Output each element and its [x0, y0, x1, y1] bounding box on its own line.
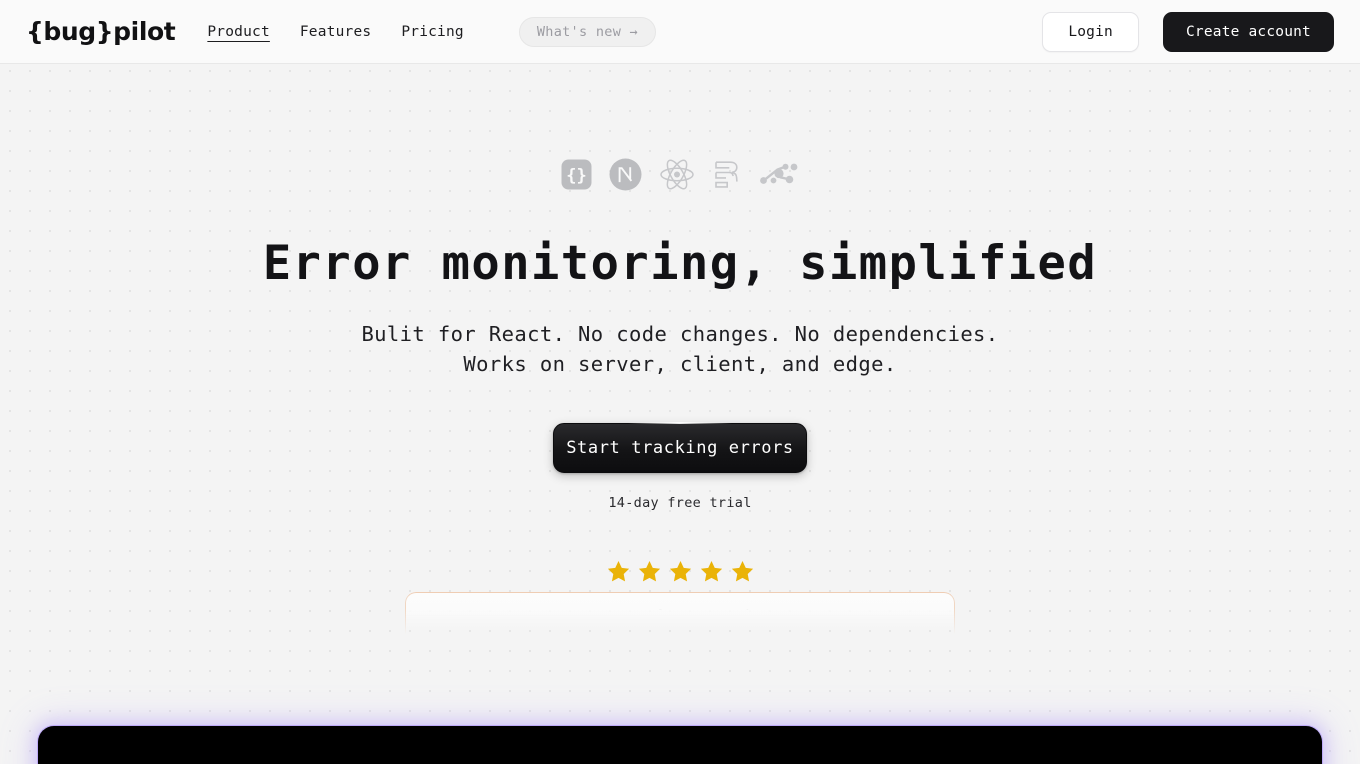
nav-link-product[interactable]: Product — [207, 24, 270, 40]
nav-link-features[interactable]: Features — [300, 24, 371, 40]
star-rating — [606, 559, 755, 584]
react-router-icon — [759, 160, 799, 192]
hero-subtitle-line-2: Works on server, client, and edge. — [463, 352, 897, 376]
javascript-braces-icon: {} — [561, 159, 592, 194]
star-icon — [731, 560, 753, 582]
cta-container: Start tracking errors — [553, 422, 807, 473]
brand-logo[interactable]: {bug}pilot — [26, 17, 176, 46]
create-account-button[interactable]: Create account — [1162, 11, 1334, 52]
star-icon — [700, 560, 722, 582]
svg-text:{}: {} — [566, 166, 586, 186]
nav-link-pricing[interactable]: Pricing — [401, 24, 464, 40]
header-actions: Login Create account — [1042, 11, 1334, 52]
product-screenshot-frame — [405, 592, 955, 732]
whats-new-pill[interactable]: What's new → — [518, 16, 656, 47]
star-icon — [669, 560, 691, 582]
hero-subtitle: Bulit for React. No code changes. No dep… — [361, 319, 998, 379]
primary-navigation: Product Features Pricing What's new → — [207, 16, 656, 47]
framework-logo-row: {} — [561, 156, 799, 196]
nextjs-icon — [609, 158, 642, 195]
dark-feature-panel — [38, 726, 1322, 764]
star-icon — [638, 560, 660, 582]
site-header: {bug}pilot Product Features Pricing What… — [0, 0, 1360, 64]
page-title: Error monitoring, simplified — [262, 236, 1098, 291]
star-icon — [607, 560, 629, 582]
start-tracking-errors-button[interactable]: Start tracking errors — [553, 423, 807, 473]
remix-icon — [712, 158, 742, 195]
hero-subtitle-line-1: Bulit for React. No code changes. No dep… — [361, 322, 999, 346]
free-trial-note: 14-day free trial — [608, 495, 752, 511]
login-button[interactable]: Login — [1042, 11, 1139, 52]
hero-section: {} Error monitoring, simplified Bulit fo… — [0, 64, 1360, 611]
react-icon — [659, 158, 695, 195]
